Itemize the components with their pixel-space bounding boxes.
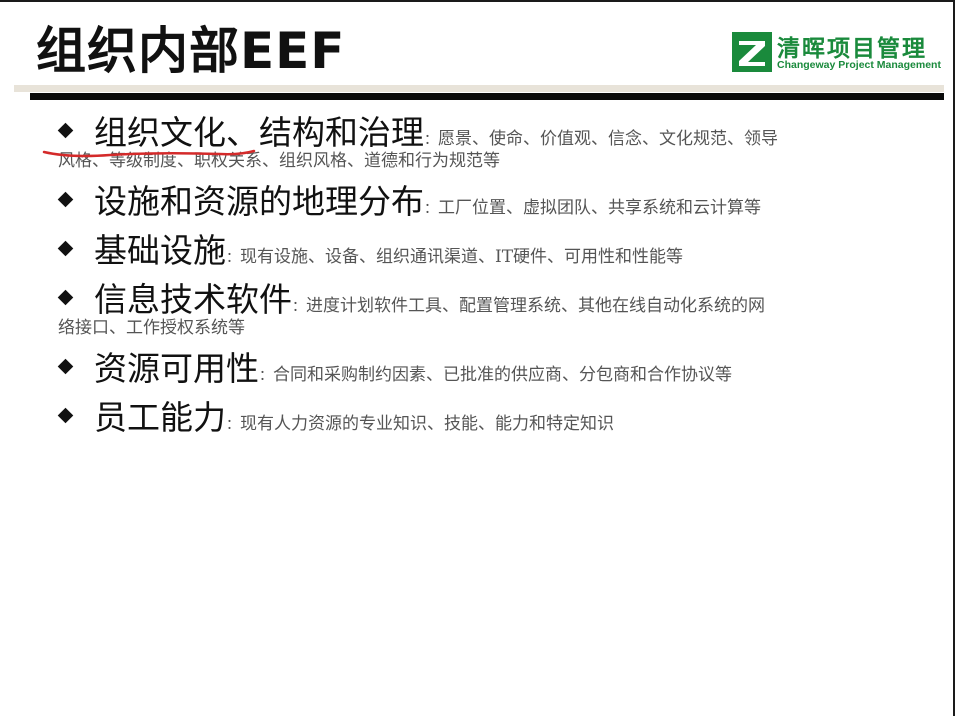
item-heading: 信息技术软件 bbox=[94, 280, 292, 319]
item-colon: ： bbox=[424, 132, 438, 148]
diamond-bullet-icon bbox=[57, 407, 74, 424]
item-description: 愿景、使命、价值观、信念、文化规范、领导 bbox=[438, 129, 778, 149]
item-heading: 资源可用性 bbox=[94, 349, 259, 388]
item-description: 现有设施、设备、组织通讯渠道、IT硬件、可用性和性能等 bbox=[240, 247, 684, 267]
diamond-bullet-icon bbox=[57, 191, 74, 208]
item-description: 进度计划软件工具、配置管理系统、其他在线自动化系统的网 bbox=[306, 296, 765, 316]
item-heading: 设施和资源的地理分布 bbox=[94, 182, 424, 221]
logo-name-cn: 清晖项目管理 bbox=[777, 36, 927, 62]
item-colon: ： bbox=[226, 417, 240, 433]
list-item: 设施和资源的地理分布：工厂位置、虚拟团队、共享系统和云计算等 bbox=[57, 181, 928, 223]
item-description-continued: 络接口、工作授权系统等 bbox=[58, 318, 245, 338]
item-colon: ： bbox=[424, 201, 438, 217]
item-heading: 基础设施 bbox=[94, 231, 226, 270]
list-item: 基础设施：现有设施、设备、组织通讯渠道、IT硬件、可用性和性能等 bbox=[57, 230, 928, 272]
logo-z-icon bbox=[732, 32, 772, 72]
header-band-light bbox=[14, 85, 944, 92]
list-item: 员工能力：现有人力资源的专业知识、技能、能力和特定知识 bbox=[57, 397, 928, 439]
diamond-bullet-icon bbox=[57, 358, 74, 375]
red-underline-annotation bbox=[42, 149, 256, 158]
logo-name-en: Changeway Project Management bbox=[777, 59, 941, 71]
company-logo: 清晖项目管理 Changeway Project Management bbox=[732, 30, 944, 74]
item-colon: ： bbox=[259, 368, 273, 384]
list-item: 信息技术软件：进度计划软件工具、配置管理系统、其他在线自动化系统的网 络接口、工… bbox=[57, 279, 928, 341]
slide-title: 组织内部EEF bbox=[36, 22, 346, 80]
diamond-bullet-icon bbox=[57, 240, 74, 257]
item-colon: ： bbox=[292, 299, 306, 315]
item-colon: ： bbox=[226, 250, 240, 266]
diamond-bullet-icon bbox=[57, 289, 74, 306]
item-description: 工厂位置、虚拟团队、共享系统和云计算等 bbox=[438, 198, 761, 218]
top-border bbox=[0, 0, 955, 2]
header-band-dark bbox=[30, 93, 944, 100]
diamond-bullet-icon bbox=[57, 122, 74, 139]
item-description: 现有人力资源的专业知识、技能、能力和特定知识 bbox=[240, 414, 614, 434]
item-description: 合同和采购制约因素、已批准的供应商、分包商和合作协议等 bbox=[273, 365, 732, 385]
item-heading: 员工能力 bbox=[94, 398, 226, 437]
list-item: 资源可用性：合同和采购制约因素、已批准的供应商、分包商和合作协议等 bbox=[57, 348, 928, 390]
